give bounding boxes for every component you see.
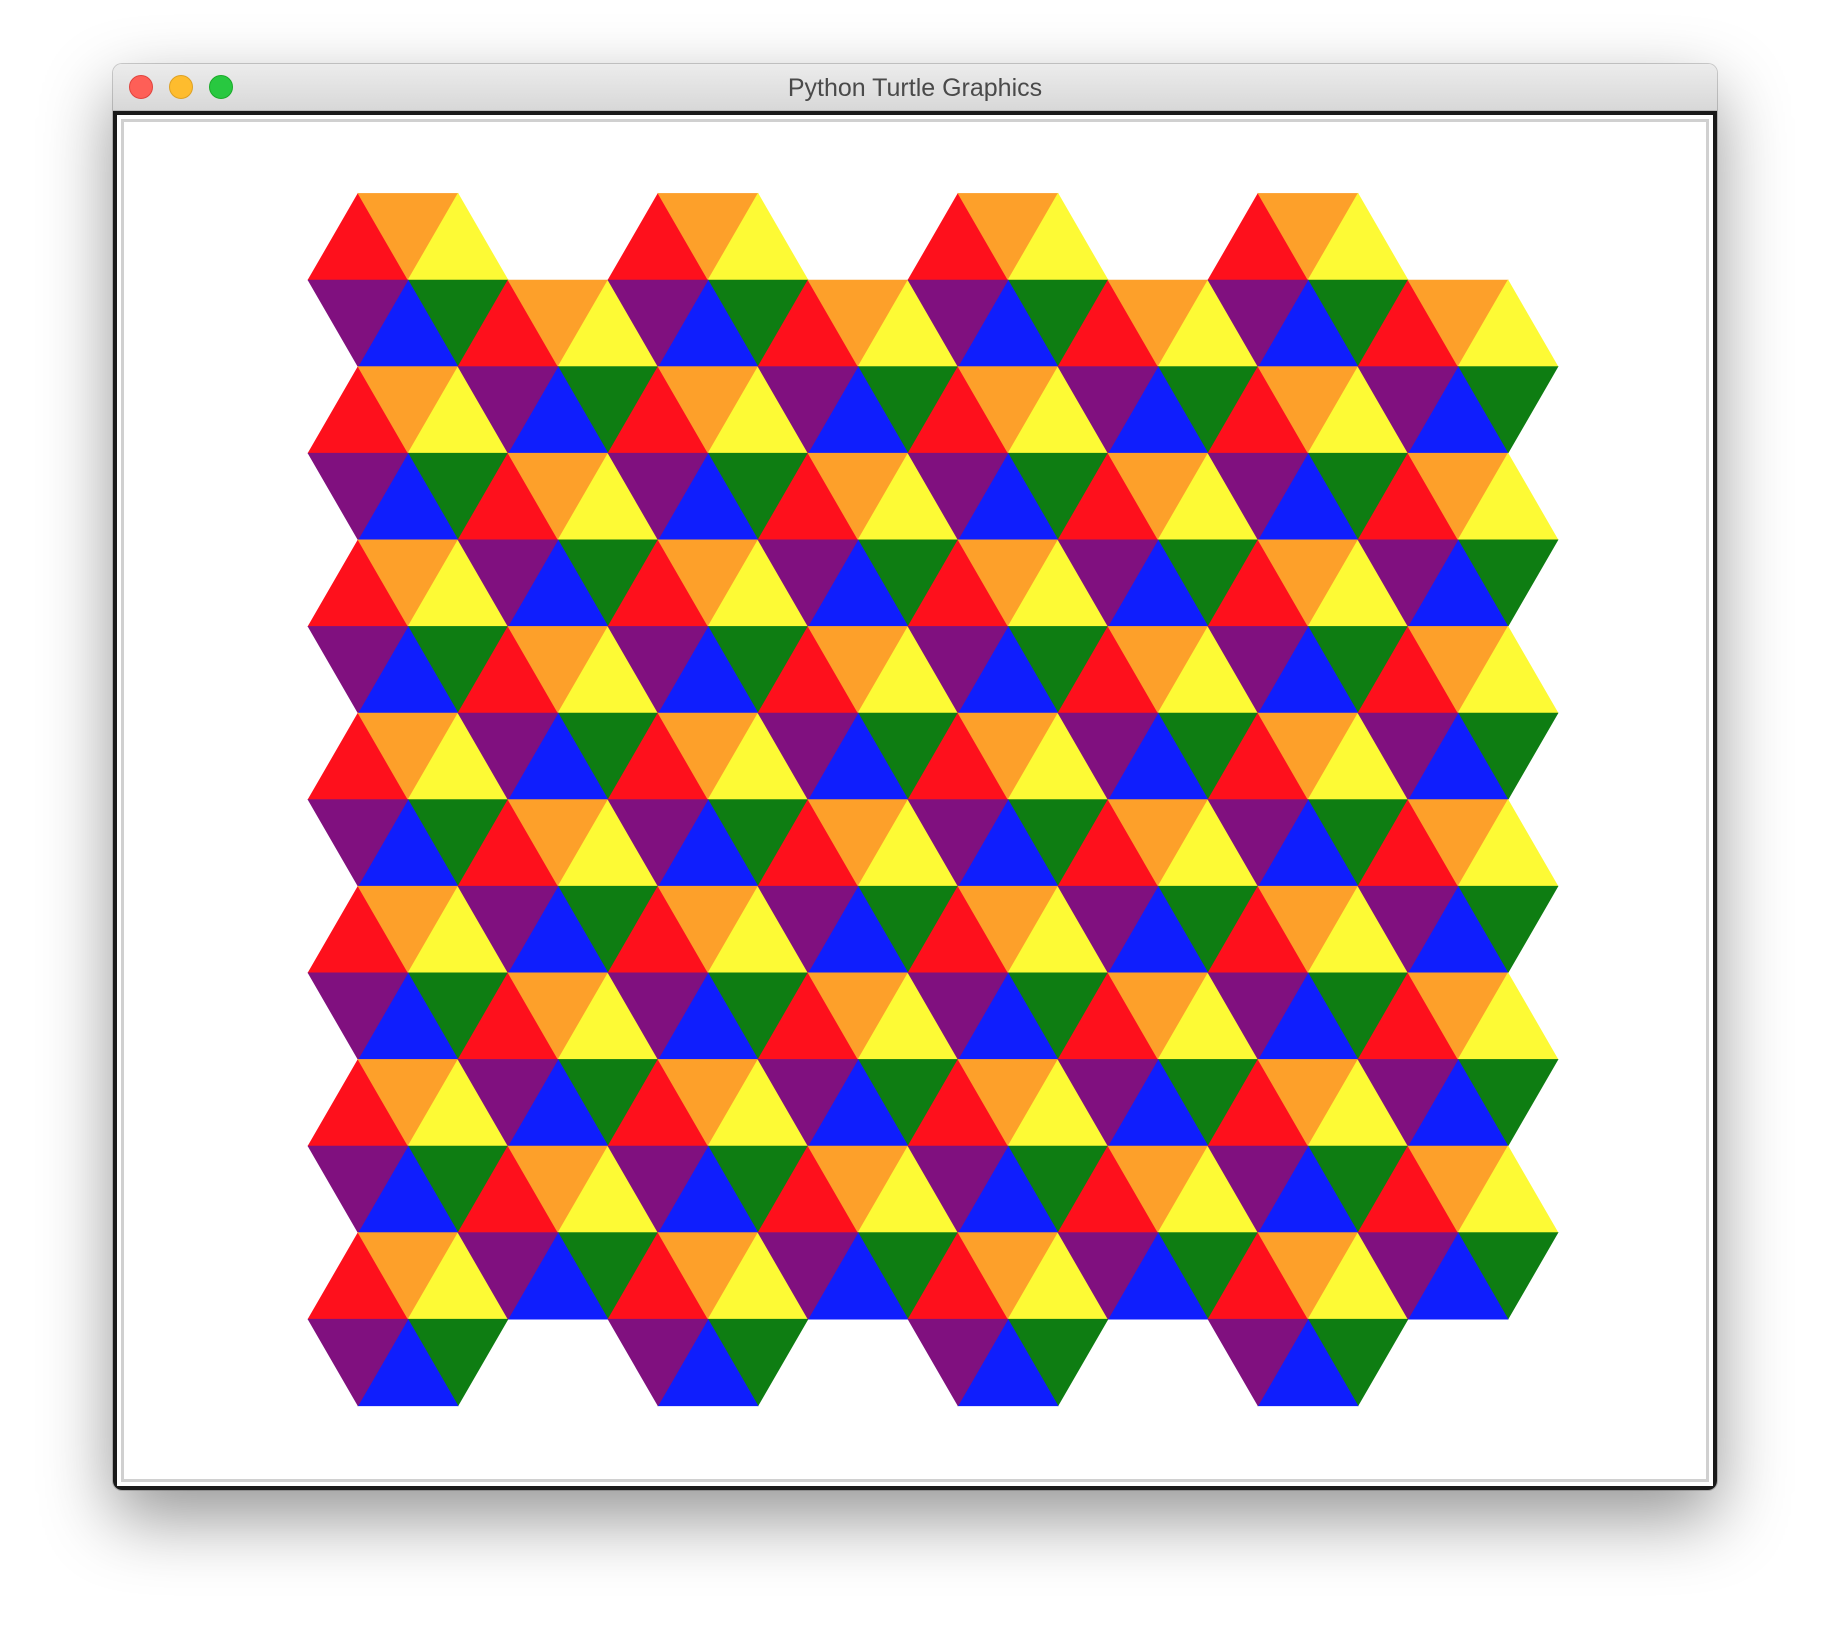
turtle-window: Python Turtle Graphics	[113, 64, 1717, 1490]
turtle-drawing	[307, 192, 1559, 1407]
